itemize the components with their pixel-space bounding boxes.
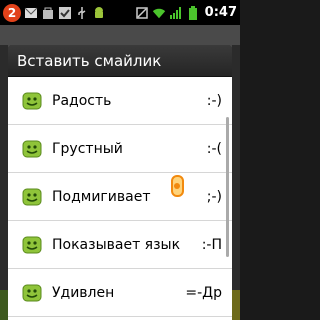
smiley-list-item[interactable]: Грустный :-( [8,125,232,173]
smiley-code: :-П [201,236,222,253]
background-toolbar [0,25,240,45]
smiley-list[interactable]: Радость :-) Грустный :-( Подмигивает ;-) По… [8,77,232,317]
notification-badge[interactable]: 2 [3,3,21,22]
cursor-icon [171,175,184,197]
status-bar: 2 0:47 [0,0,240,25]
wifi-icon [152,6,166,20]
smiley-name: Показывает язык [52,236,181,253]
bag-icon [41,6,55,20]
smiley-icon [22,92,42,109]
dialog-title: Вставить смайлик [8,45,232,77]
screen-rotation-icon [135,6,149,20]
clock: 0:47 [204,5,237,20]
smiley-list-item[interactable]: Радость :-) [8,77,232,125]
smiley-code: =-Др [185,284,222,301]
smiley-list-item[interactable]: Показывает язык :-П [8,221,232,269]
smiley-icon [22,236,42,253]
signal-icon [169,6,183,20]
smiley-list-item[interactable]: Удивлен =-Др [8,269,232,317]
check-icon [58,6,72,20]
smiley-icon [22,140,42,157]
smiley-code: :-( [206,140,222,157]
smiley-icon [22,188,42,205]
smiley-name: Радость [52,92,112,109]
insert-smiley-dialog: Вставить смайлик Радость :-) Грустный :-( … [8,45,232,320]
usb-icon [75,6,89,20]
android-icon [92,6,106,20]
smiley-list-item[interactable]: Подмигивает ;-) [8,173,232,221]
smiley-icon [22,284,42,301]
smiley-code: :-) [206,92,222,109]
smiley-name: Удивлен [52,284,115,301]
battery-icon [186,5,200,20]
smiley-name: Грустный [52,140,123,157]
scrollbar[interactable] [226,117,229,257]
email-icon [24,6,38,20]
smiley-code: ;-) [206,188,222,205]
